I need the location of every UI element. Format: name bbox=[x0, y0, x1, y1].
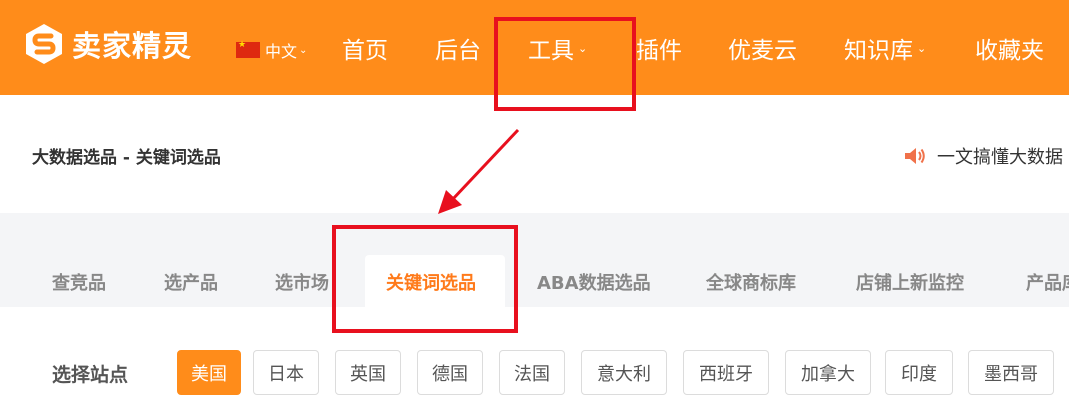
annotation-arrow-icon bbox=[438, 128, 520, 214]
